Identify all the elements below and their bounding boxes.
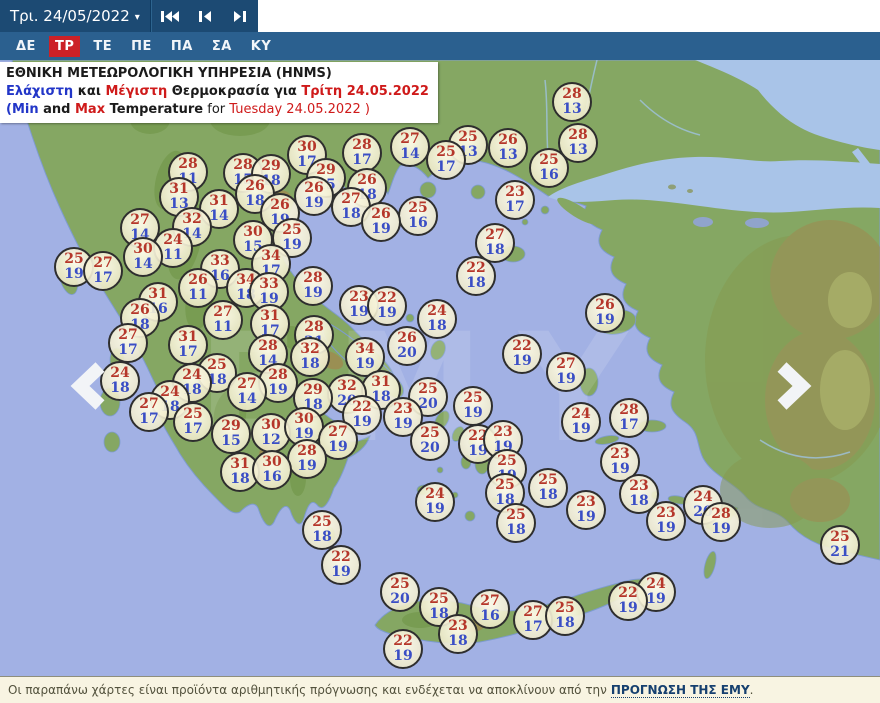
- disclaimer-text: Οι παραπάνω χάρτες είναι προϊόντα αριθμη…: [8, 683, 607, 697]
- previous-map-arrow[interactable]: [66, 362, 110, 410]
- map-title-box: ΕΘΝΙΚΗ ΜΕΤΕΩΡΟΛΟΓΙΚΗ ΥΠΗΡΕΣΙΑ (HNMS) Ελά…: [0, 62, 438, 123]
- next-day-button[interactable]: [223, 0, 258, 32]
- date-dropdown[interactable]: Τρι. 24/05/2022 ▾: [0, 0, 150, 32]
- next-map-arrow[interactable]: [772, 362, 816, 410]
- date-label: Τρι. 24/05/2022: [10, 7, 130, 25]
- agency-title: ΕΘΝΙΚΗ ΜΕΤΕΩΡΟΛΟΓΙΚΗ ΥΠΗΡΕΣΙΑ (HNMS): [6, 66, 332, 81]
- previous-day-icon: [198, 10, 212, 23]
- weather-map: ΕΜΥ: [0, 60, 880, 676]
- disclaimer-period: .: [749, 683, 754, 697]
- greece-map-canvas: ΕΜΥ: [0, 60, 880, 676]
- chevron-left-icon: [66, 362, 110, 414]
- day-tab-ΚΥ[interactable]: ΚΥ: [245, 36, 278, 57]
- emy-forecast-link[interactable]: ΠΡΟΓΝΩΣΗ ΤΗΣ ΕΜΥ: [610, 683, 750, 698]
- map-subtitle-greek: Ελάχιστη και Μέγιστη Θερμοκρασία για Τρί…: [6, 84, 429, 99]
- toolbar: Τρι. 24/05/2022 ▾: [0, 0, 258, 32]
- next-day-icon: [233, 10, 247, 23]
- skip-to-first-day-icon: [160, 10, 180, 23]
- first-day-button[interactable]: [152, 0, 187, 32]
- map-subtitle-english: (Min and Max Temperature for Tuesday 24.…: [6, 102, 370, 117]
- hnms-weather-page: Τρι. 24/05/2022 ▾ ΔΕ ΤΡ ΤΕ ΠΕ ΠΑ ΣΑ ΚΥ Ε…: [0, 0, 880, 703]
- day-tab-ΤΡ[interactable]: ΤΡ: [48, 35, 81, 57]
- disclaimer-bar: Οι παραπάνω χάρτες είναι προϊόντα αριθμη…: [0, 676, 880, 703]
- chevron-down-icon: ▾: [134, 11, 140, 23]
- day-tab-ΠΑ[interactable]: ΠΑ: [165, 36, 199, 57]
- chevron-right-icon: [772, 362, 816, 414]
- day-tab-ΔΕ[interactable]: ΔΕ: [10, 36, 42, 57]
- day-tabs: ΔΕ ΤΡ ΤΕ ΠΕ ΠΑ ΣΑ ΚΥ: [0, 32, 880, 60]
- previous-day-button[interactable]: [187, 0, 222, 32]
- day-tab-ΠΕ[interactable]: ΠΕ: [125, 36, 158, 57]
- day-tab-ΣΑ[interactable]: ΣΑ: [206, 36, 238, 57]
- emy-watermark: ΕΜΥ: [197, 302, 662, 476]
- day-tab-ΤΕ[interactable]: ΤΕ: [87, 36, 118, 57]
